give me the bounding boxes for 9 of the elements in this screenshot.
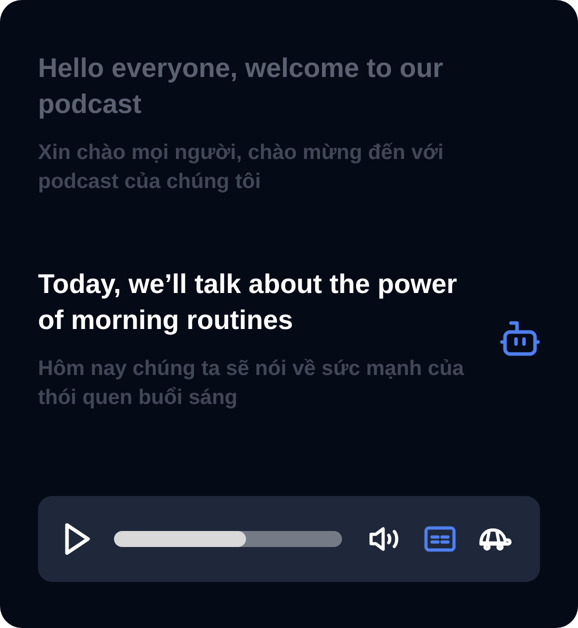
subtitles-icon[interactable] [424,526,456,552]
play-button[interactable] [64,522,92,556]
translation-line: Hôm nay chúng ta sẽ nói về sức mạnh của thói quen buổi sáng [38,356,465,411]
translation-line: Xin chào mọi người, chào mừng đến với podcast của chúng tôi [38,140,445,195]
turtle-icon[interactable] [478,527,512,551]
progress-track[interactable] [114,531,342,547]
transcript-line: Today, we’ll talk about the power of morning routines [38,268,458,337]
robot-icon[interactable] [498,320,542,358]
transcript-line: Hello everyone, welcome to our podcast [38,52,444,121]
